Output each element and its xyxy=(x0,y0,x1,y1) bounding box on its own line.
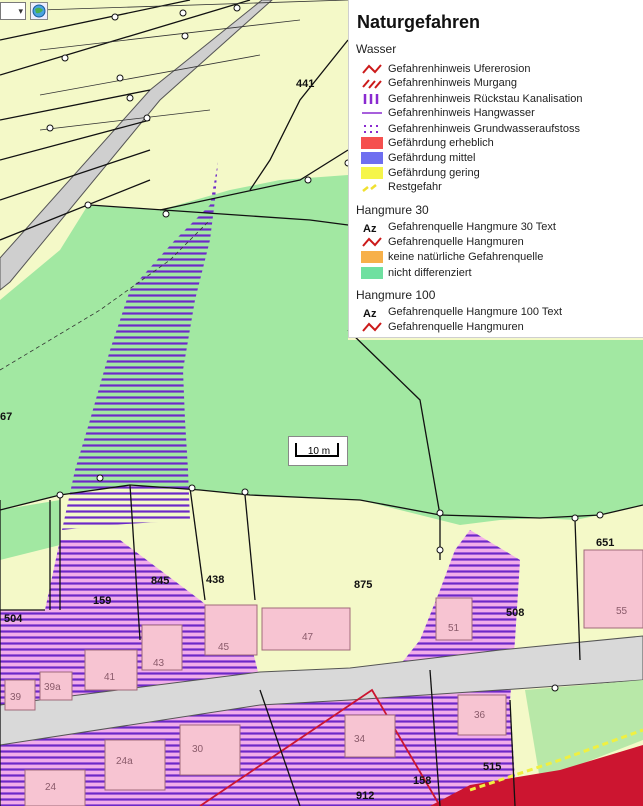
scale-bar-label: 10 m xyxy=(307,446,331,457)
house-number: 39a xyxy=(44,682,61,693)
legend-item: Gefahrenhinweis Rückstau Kanalisation xyxy=(361,92,582,106)
dots-icon xyxy=(361,123,383,135)
line-icon xyxy=(361,107,383,119)
house-number: 24a xyxy=(116,756,133,767)
text-az-icon: Az xyxy=(361,306,383,318)
parcel-label: 875 xyxy=(354,579,372,591)
house-number: 51 xyxy=(448,623,460,634)
legend-item: nicht differenziert xyxy=(361,266,472,280)
legend-item: keine natürliche Gefahrenquelle xyxy=(361,250,543,264)
zigzag-icon xyxy=(361,236,383,248)
legend-item-label: Gefahrenhinweis Ufererosion xyxy=(388,63,531,75)
legend-item-label: nicht differenziert xyxy=(388,267,472,279)
legend-section-heading: Wasser xyxy=(356,42,397,56)
legend-item-label: Gefahrenhinweis Murgang xyxy=(388,77,518,89)
house-number: 47 xyxy=(302,632,314,643)
legend-item: Gefahrenquelle Hangmuren xyxy=(361,235,524,249)
house-number: 45 xyxy=(218,642,230,653)
map-toolbar: ▾ xyxy=(0,0,48,22)
house-number: 36 xyxy=(474,710,486,721)
legend-title: Naturgefahren xyxy=(357,12,481,32)
legend-item-label: keine natürliche Gefahrenquelle xyxy=(388,251,544,263)
parcel-label: 845 xyxy=(151,575,169,587)
text-az-icon: Az xyxy=(361,221,383,233)
house-number: 24 xyxy=(45,782,57,793)
legend-item: Gefahrenhinweis Murgang xyxy=(361,76,517,90)
chevron-down-icon: ▾ xyxy=(18,5,23,16)
zigzag-icon xyxy=(361,63,383,75)
house-number: 41 xyxy=(104,672,116,683)
house-number: 43 xyxy=(153,658,165,669)
legend-item-label: Gefahrenhinweis Rückstau Kanalisation xyxy=(388,93,583,105)
legend-item-label: Gefährdung mittel xyxy=(388,152,476,164)
house-number: 34 xyxy=(354,734,366,745)
legend-section-heading: Hangmure 30 xyxy=(356,203,429,217)
scale-bar: 10 m xyxy=(288,436,348,466)
legend-item: Gefahrenhinweis Grundwasseraufstoss xyxy=(361,122,580,136)
svg-text:Az: Az xyxy=(363,223,377,233)
vertical-bars-icon xyxy=(361,93,383,105)
legend-item: Restgefahr xyxy=(361,180,442,194)
legend-item: Gefährdung gering xyxy=(361,166,480,180)
legend-item-label: Gefahrenhinweis Hangwasser xyxy=(388,107,535,119)
parcel-label: 158 xyxy=(413,775,431,787)
dashed-line-icon xyxy=(361,181,383,193)
parcel-label: 67 xyxy=(0,411,12,423)
legend-item: Az Gefahrenquelle Hangmure 30 Text xyxy=(361,220,556,234)
parcel-label: 515 xyxy=(483,761,501,773)
double-dash-icon xyxy=(361,77,383,89)
zigzag-icon xyxy=(361,321,383,333)
legend-item-label: Gefahrenquelle Hangmure 30 Text xyxy=(388,221,556,233)
legend-item: Gefahrenhinweis Ufererosion xyxy=(361,62,530,76)
legend-item-label: Gefahrenhinweis Grundwasseraufstoss xyxy=(388,123,580,135)
house-number: 30 xyxy=(192,744,204,755)
legend-item: Gefahrenhinweis Hangwasser xyxy=(361,106,535,120)
fill-swatch-icon xyxy=(361,152,383,164)
legend-item: Az Gefahrenquelle Hangmure 100 Text xyxy=(361,305,562,319)
fill-swatch-icon xyxy=(361,267,383,279)
legend-item: Gefährdung mittel xyxy=(361,151,475,165)
parcel-label: 159 xyxy=(93,595,111,607)
legend-item: Gefahrenquelle Hangmuren xyxy=(361,320,524,334)
house-number: 39 xyxy=(10,692,22,703)
fill-swatch-icon xyxy=(361,167,383,179)
layer-dropdown[interactable]: ▾ xyxy=(0,2,26,20)
house-number: 55 xyxy=(616,606,628,617)
legend-panel: Naturgefahren Wasser Gefahrenhinweis Ufe… xyxy=(348,0,643,338)
parcel-label: 438 xyxy=(206,574,224,586)
globe-icon[interactable] xyxy=(30,2,48,20)
fill-swatch-icon xyxy=(361,251,383,263)
legend-item: Gefährdung erheblich xyxy=(361,136,494,150)
legend-item-label: Gefahrenquelle Hangmure 100 Text xyxy=(388,306,563,318)
svg-text:Az: Az xyxy=(363,308,377,318)
parcel-label: 912 xyxy=(356,790,374,802)
parcel-label: 441 xyxy=(296,78,314,90)
parcel-label: 651 xyxy=(596,537,614,549)
fill-swatch-icon xyxy=(361,137,383,149)
legend-item-label: Gefahrenquelle Hangmuren xyxy=(388,236,524,248)
legend-item-label: Gefahrenquelle Hangmuren xyxy=(388,321,524,333)
legend-item-label: Gefährdung erheblich xyxy=(388,137,494,149)
legend-item-label: Gefährdung gering xyxy=(388,167,480,179)
parcel-label: 504 xyxy=(4,613,23,625)
parcel-label: 508 xyxy=(506,607,524,619)
legend-item-label: Restgefahr xyxy=(388,181,442,193)
legend-section-heading: Hangmure 100 xyxy=(356,288,436,302)
